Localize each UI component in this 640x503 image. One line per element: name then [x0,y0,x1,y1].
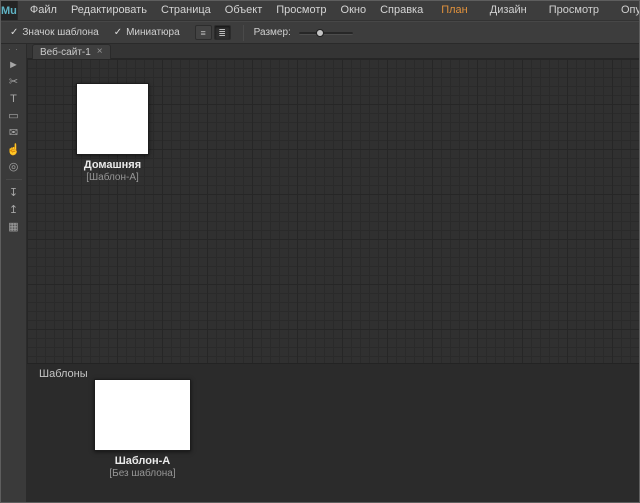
mode-publish[interactable]: Опубликовать [610,1,640,20]
menu-object[interactable]: Объект [218,1,269,20]
pin-down-tool-icon[interactable]: ↧ [4,185,24,201]
plan-options-toolbar: ✓ Значок шаблона ✓ Миниатюра ≡ ≣ Размер: [1,21,639,44]
toolbar-separator [243,25,244,41]
checkmark-icon: ✓ [114,27,122,38]
template-icon-checkbox[interactable]: ✓ Значок шаблона [10,27,99,38]
templates-section[interactable]: Шаблоны Шаблон-А [Без шаблона] [27,363,639,502]
thumbnail-view-toggles: ≡ ≣ [195,25,231,40]
tab-label: Веб-сайт-1 [40,47,91,58]
menu-view[interactable]: Просмотр [269,1,333,20]
panel-handle-icon[interactable]: · · [8,45,19,56]
zoom-tool-icon[interactable]: ◎ [4,159,24,175]
mode-preview[interactable]: Просмотр [538,1,610,20]
widget-tool-icon[interactable]: ✉ [4,125,24,141]
templates-heading: Шаблоны [39,368,88,380]
grid-tool-icon[interactable]: ▦ [4,219,24,235]
text-tool-icon[interactable]: T [4,91,24,107]
template-item-a[interactable]: Шаблон-А [Без шаблона] [94,379,191,479]
size-slider-thumb[interactable] [316,29,324,37]
menu-help[interactable]: Справка [373,1,430,20]
tab-website-1[interactable]: Веб-сайт-1 × [32,44,111,59]
template-subtitle: [Без шаблона] [94,468,191,479]
menu-page[interactable]: Страница [154,1,218,20]
close-icon[interactable]: × [97,47,103,57]
thumbnail-checkbox-label: Миниатюра [126,27,180,38]
tool-panel: · · ► ✂ T ▭ ✉ ☝ ◎ ↧ ↥ ▦ [1,44,27,502]
rectangle-tool-icon[interactable]: ▭ [4,108,24,124]
page-item-home[interactable]: Домашняя [Шаблон-А] [76,83,149,183]
hand-tool-icon[interactable]: ☝ [4,142,24,158]
list-view-button[interactable]: ≡ [195,25,212,40]
selection-tool-icon[interactable]: ► [4,57,24,73]
page-thumbnail[interactable] [76,83,149,155]
tool-separator [6,179,22,180]
pin-up-tool-icon[interactable]: ↥ [4,202,24,218]
mode-switcher: План Дизайн Просмотр Опубликовать ▾ − □ [430,1,640,20]
crop-tool-icon[interactable]: ✂ [4,74,24,90]
size-label: Размер: [254,27,291,38]
document-tab-strip: Веб-сайт-1 × [27,44,639,59]
template-title: Шаблон-А [94,455,191,467]
page-template-label: [Шаблон-А] [76,172,149,183]
plan-canvas[interactable]: Домашняя [Шаблон-А] Шаблоны Шаблон-А [Бе… [27,59,639,502]
thumbnail-checkbox[interactable]: ✓ Миниатюра [114,27,180,38]
app-window: Mu Файл Редактировать Страница Объект Пр… [0,0,640,503]
menu-window[interactable]: Окно [334,1,374,20]
app-logo: Mu [1,1,18,20]
checkmark-icon: ✓ [10,27,18,38]
size-slider-track[interactable] [299,32,353,35]
template-icon-checkbox-label: Значок шаблона [22,27,98,38]
mode-plan[interactable]: План [430,1,479,20]
menu-edit[interactable]: Редактировать [64,1,154,20]
menu-file[interactable]: Файл [23,1,64,20]
template-thumbnail[interactable] [94,379,191,451]
size-slider[interactable] [299,25,353,40]
menu-bar: Mu Файл Редактировать Страница Объект Пр… [1,1,639,21]
mode-design[interactable]: Дизайн [479,1,538,20]
detailed-view-button[interactable]: ≣ [214,25,231,40]
page-title: Домашняя [76,159,149,171]
